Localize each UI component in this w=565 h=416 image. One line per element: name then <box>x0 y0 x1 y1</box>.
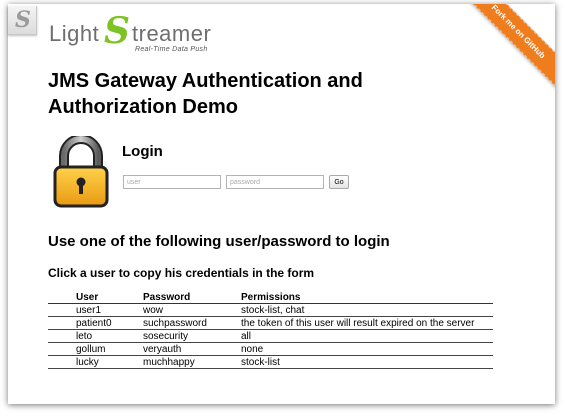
table-header-row: User Password Permissions <box>48 291 493 304</box>
users-table: User Password Permissions user1 wow stoc… <box>48 291 493 369</box>
password-cell: wow <box>142 303 240 317</box>
table-row[interactable]: leto sosecurity all <box>48 329 493 343</box>
table-row[interactable]: user1 wow stock-list, chat <box>48 303 493 317</box>
user-cell[interactable]: user1 <box>48 303 142 317</box>
lightstreamer-logo: Light S treamer Real-Time Data Push <box>49 10 249 56</box>
password-cell: veryauth <box>142 342 240 356</box>
instructions-subheading: Click a user to copy his credentials in … <box>48 266 315 280</box>
user-cell[interactable]: patient0 <box>48 316 142 330</box>
header-permissions: Permissions <box>240 291 493 304</box>
table-row[interactable]: gollum veryauth none <box>48 342 493 356</box>
login-title: Login <box>122 143 163 160</box>
padlock-icon <box>53 136 109 208</box>
user-input[interactable] <box>123 175 221 189</box>
permissions-cell: stock-list, chat <box>240 303 493 317</box>
logo-text-light: Light <box>49 21 100 46</box>
user-cell[interactable]: leto <box>48 329 142 343</box>
password-cell: muchhappy <box>142 355 240 369</box>
permissions-cell: the token of this user will result expir… <box>240 316 493 330</box>
permissions-cell: all <box>240 329 493 343</box>
table-row[interactable]: patient0 suchpassword the token of this … <box>48 316 493 330</box>
permissions-cell: stock-list <box>240 355 493 369</box>
header-user: User <box>48 291 142 304</box>
header-password: Password <box>142 291 240 304</box>
instructions-heading: Use one of the following user/password t… <box>48 233 390 250</box>
logo-text-treamer: treamer <box>132 21 212 46</box>
user-cell[interactable]: gollum <box>48 342 142 356</box>
password-cell: suchpassword <box>142 316 240 330</box>
page-content: Light S treamer Real-Time Data Push Fork… <box>8 4 555 404</box>
password-input[interactable] <box>226 175 324 189</box>
user-cell[interactable]: lucky <box>48 355 142 369</box>
go-button[interactable]: Go <box>329 175 349 189</box>
table-row[interactable]: lucky muchhappy stock-list <box>48 355 493 369</box>
permissions-cell: none <box>240 342 493 356</box>
logo-tagline: Real-Time Data Push <box>135 46 208 53</box>
fork-me-ribbon[interactable]: Fork me on GitHub <box>456 4 555 94</box>
password-cell: sosecurity <box>142 329 240 343</box>
page-title: JMS Gateway Authentication and Authoriza… <box>48 70 363 118</box>
logo-text-s: S <box>104 10 130 52</box>
